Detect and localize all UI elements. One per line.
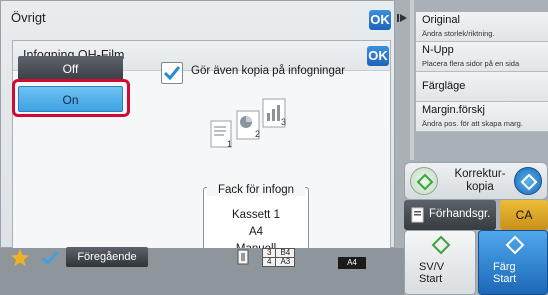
paper-tray-table: 3 B4 4 A3: [261, 248, 296, 267]
korrektur-label: Korrektur- kopia: [446, 168, 514, 194]
star-icon: [11, 249, 29, 266]
right-item-subtitle: Ändra storlek/riktning.: [422, 29, 495, 38]
right-item-margin[interactable]: Margin.förskj Ändra pos. för att skapa m…: [416, 102, 548, 132]
document-preview-icon: [411, 207, 424, 223]
on-button[interactable]: On: [18, 86, 123, 112]
favorite-star-button[interactable]: [10, 248, 32, 268]
table-row: 4 A3: [261, 257, 296, 267]
insert-tray-size: A4: [248, 226, 264, 238]
clear-all-label: CA: [515, 208, 533, 222]
previous-button[interactable]: Föregående: [66, 247, 148, 267]
diamond-icon: [505, 235, 525, 255]
proof-copy-start-button[interactable]: [410, 167, 438, 195]
ovrigt-ok-button[interactable]: OK: [369, 10, 391, 30]
copy-inserts-checkbox[interactable]: [161, 62, 183, 84]
right-item-subtitle: Placera flera sidor på en sida: [422, 59, 520, 68]
play-arrow-icon[interactable]: [395, 8, 409, 28]
bw-start-button[interactable]: SV/V Start: [404, 230, 476, 295]
tray-number: 4: [261, 257, 277, 267]
copy-inserts-label: Gör även kopia på infogningar: [191, 65, 346, 77]
right-item-n-upp[interactable]: N-Upp Placera flera sidor på en sida: [416, 42, 548, 72]
paper-tray-icon: [237, 249, 249, 265]
preview-label: Förhandsgr.: [429, 208, 491, 220]
tray-size: A3: [275, 257, 296, 267]
insert-pages-illustration: 1 2 3: [205, 95, 295, 163]
dialog-ok-button[interactable]: OK: [367, 46, 389, 66]
color-start-button[interactable]: Färg Start: [478, 230, 548, 295]
right-item-original[interactable]: Original Ändra storlek/riktning.: [416, 12, 548, 42]
right-item-title: Färgläge: [422, 80, 466, 92]
right-item-fargla ge[interactable]: Färgläge: [416, 72, 548, 102]
right-panel-scrollbar[interactable]: [410, 0, 414, 160]
checkmark-button[interactable]: [40, 248, 62, 268]
diamond-icon: [416, 173, 434, 191]
bw-start-label: SV/V Start: [419, 261, 445, 285]
previous-label: Föregående: [77, 251, 137, 263]
preview-button[interactable]: Förhandsgr.: [404, 200, 496, 230]
right-item-title: Original: [422, 14, 460, 26]
page-number-3: 3: [281, 117, 286, 127]
insert-tray-name: Kassett 1: [232, 209, 280, 221]
ovrigt-ok-label: OK: [370, 12, 390, 27]
right-item-subtitle: Ändra pos. för att skapa marg.: [422, 119, 523, 128]
page-number-2: 2: [255, 129, 260, 139]
checkmark-icon: [163, 66, 181, 81]
diamond-icon: [431, 235, 451, 255]
on-label: On: [62, 93, 79, 107]
insert-tray-title: Fack för infogn: [207, 184, 305, 196]
off-label: Off: [62, 62, 79, 76]
proof-color-start-button[interactable]: [514, 167, 542, 195]
right-item-title: Margin.förskj: [422, 104, 485, 116]
current-paper-size: A4: [338, 257, 366, 269]
check-icon: [41, 251, 59, 266]
clear-all-button[interactable]: CA: [500, 200, 548, 230]
right-item-title: N-Upp: [422, 44, 454, 56]
color-start-label: Färg Start: [493, 261, 517, 285]
dialog-ok-label: OK: [368, 48, 388, 63]
ovrigt-title: Övrigt: [11, 10, 46, 25]
korrektur-text: Korrektur- kopia: [454, 168, 506, 193]
page-number-1: 1: [227, 139, 232, 149]
diamond-icon: [520, 173, 538, 191]
